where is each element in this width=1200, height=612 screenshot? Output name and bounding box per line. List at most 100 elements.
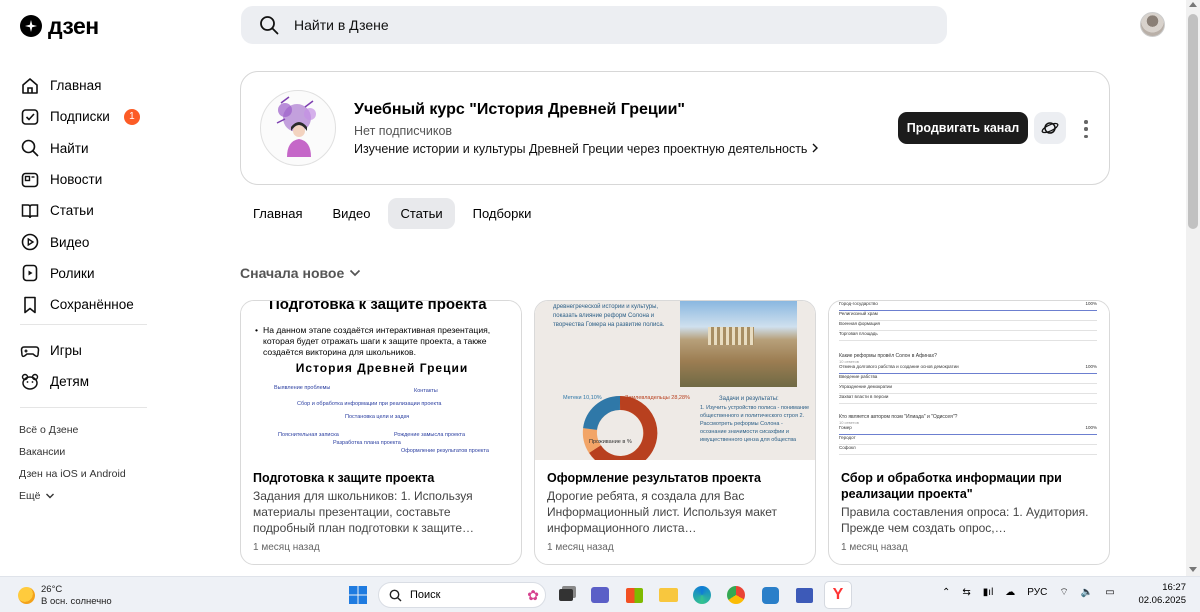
tasks-title: Задачи и результаты: xyxy=(719,396,779,402)
channel-avatar[interactable] xyxy=(260,90,336,166)
sidebar-item-label: Сохранённое xyxy=(50,297,134,313)
survey-row: Геродот xyxy=(839,435,1097,445)
volume-icon[interactable]: 🔈 xyxy=(1081,587,1093,598)
vpn-icon[interactable]: ☁ xyxy=(1005,587,1015,598)
sidebar-item-label: Подписки xyxy=(50,109,110,125)
thumb-node: Оформление результатов проекта xyxy=(401,448,489,454)
clock-date: 02.06.2025 xyxy=(1138,595,1186,606)
app-icon[interactable] xyxy=(790,581,818,609)
sidebar-item-label: Новости xyxy=(50,172,103,188)
survey-row: Город-государство 100% xyxy=(839,301,1097,311)
sidebar-item-news[interactable]: Новости xyxy=(20,164,150,195)
more-link[interactable]: Ещё xyxy=(19,485,126,507)
sidebar-item-shorts[interactable]: Ролики xyxy=(20,258,150,289)
bookmark-icon xyxy=(24,296,36,314)
about-link[interactable]: Всё о Дзене xyxy=(19,419,126,441)
sidebar-item-saved[interactable]: Сохранённое xyxy=(20,289,150,320)
wifi-icon[interactable]: ⌔ xyxy=(1059,586,1068,599)
search-input[interactable]: Найти в Дзене xyxy=(241,6,947,44)
sidebar-item-label: Главная xyxy=(50,78,102,94)
tab-main[interactable]: Главная xyxy=(241,198,314,229)
survey-row: Софокл xyxy=(839,445,1097,455)
sidebar-item-subscriptions[interactable]: Подписки 1 xyxy=(20,101,150,132)
article-date: 1 месяц назад xyxy=(547,542,614,553)
logo-text: дзен xyxy=(48,12,99,39)
survey-answer: Город-государство xyxy=(839,301,878,306)
scroll-thumb[interactable] xyxy=(1188,14,1198,229)
sidebar-item-label: Игры xyxy=(50,343,82,359)
apps-link[interactable]: Дзен на iOS и Android xyxy=(19,463,126,485)
sidebar-item-articles[interactable]: Статьи xyxy=(20,195,150,226)
thumb-heading: Подготовка к защите проекта xyxy=(269,301,487,313)
chevron-down-icon xyxy=(46,493,55,499)
channel-subscribers: Нет подписчиков xyxy=(354,124,453,138)
channel-title: Учебный курс "История Древней Греции" xyxy=(354,101,685,118)
survey-row: Введение рабства xyxy=(839,374,1097,384)
survey-row: Захват власти в персии xyxy=(839,394,1097,404)
article-date: 1 месяц назад xyxy=(253,542,320,553)
store-icon[interactable] xyxy=(620,581,648,609)
sliders-icon[interactable]: ⇆ xyxy=(962,587,970,598)
channel-description[interactable]: Изучение истории и культуры Древней Грец… xyxy=(354,142,819,156)
monitor-icon[interactable]: ▮ıl xyxy=(983,587,994,598)
article-thumbnail: Подготовка к защите проекта • На данном э… xyxy=(241,301,521,460)
page-scrollbar[interactable] xyxy=(1186,0,1200,576)
article-title: Оформление результатов проекта xyxy=(547,471,761,485)
thumb-bullet: • На данном этапе создаётся интерактивная… xyxy=(255,325,517,358)
planet-button[interactable] xyxy=(1034,112,1066,144)
sidebar-item-home[interactable]: Главная xyxy=(20,70,150,101)
zen-logo[interactable]: дзен xyxy=(20,12,99,40)
sidebar-item-games[interactable]: Игры xyxy=(20,335,150,366)
article-snippet: Дорогие ребята, я создала для Вас Информ… xyxy=(547,489,778,535)
shorts-icon xyxy=(22,265,38,282)
survey-row: Религиозный храм xyxy=(839,311,1097,321)
chrome-icon[interactable] xyxy=(722,581,750,609)
article-card[interactable]: Город-государство 100% Религиозный храм В… xyxy=(828,300,1110,565)
jobs-link[interactable]: Вакансии xyxy=(19,441,126,463)
battery-icon[interactable]: ▭ xyxy=(1105,587,1114,598)
notification-badge: 1 xyxy=(123,108,140,125)
survey-row: Гомер 100% xyxy=(839,425,1097,435)
chevron-up-icon[interactable]: ⌃ xyxy=(942,587,950,598)
tab-articles[interactable]: Статьи xyxy=(388,198,455,229)
teams-icon[interactable] xyxy=(586,581,614,609)
thumb-node: Пояснительная записка xyxy=(278,432,339,438)
task-view-icon[interactable] xyxy=(552,581,580,609)
sidebar-item-video[interactable]: Видео xyxy=(20,226,150,257)
sidebar-item-label: Видео xyxy=(50,234,90,250)
file-explorer-icon[interactable] xyxy=(654,581,682,609)
survey-row: Военная формация xyxy=(839,321,1097,331)
promote-channel-button[interactable]: Продвигать канал xyxy=(898,112,1028,144)
settings-icon[interactable] xyxy=(756,581,784,609)
taskbar-search[interactable]: Поиск ✿ xyxy=(378,582,546,608)
article-card[interactable]: Подготовка к защите проекта • На данном э… xyxy=(240,300,522,565)
start-button[interactable] xyxy=(344,581,372,609)
yandex-browser-icon[interactable]: Y xyxy=(824,581,852,609)
sidebar-item-kids[interactable]: Детям xyxy=(20,366,150,397)
survey-rows: Город-государство 100% Религиозный храм В… xyxy=(839,301,1097,455)
acropolis-photo xyxy=(680,301,797,387)
sidebar-item-find[interactable]: Найти xyxy=(20,133,150,164)
article-thumbnail: Город-государство 100% Религиозный храм В… xyxy=(829,301,1109,460)
survey-row: Торговая площадь xyxy=(839,331,1097,341)
edge-icon[interactable] xyxy=(688,581,716,609)
weather-widget[interactable]: 26°C В осн. солнечно xyxy=(18,584,112,608)
tab-video[interactable]: Видео xyxy=(320,198,382,229)
scroll-down-arrow[interactable] xyxy=(1189,567,1197,572)
donut-label: Проживание в % xyxy=(589,439,632,445)
video-icon xyxy=(21,233,39,251)
sidebar-item-label: Найти xyxy=(50,140,89,156)
donut-label: Землевладельцы 28,28% xyxy=(625,395,690,401)
chevron-down-icon xyxy=(350,269,361,277)
language-indicator[interactable]: РУС xyxy=(1027,587,1047,598)
sort-dropdown[interactable]: Сначала новое xyxy=(240,265,361,281)
sidebar-item-label: Ролики xyxy=(50,265,95,281)
more-options-button[interactable] xyxy=(1083,120,1089,138)
clock[interactable]: 16:27 02.06.2025 xyxy=(1130,581,1186,607)
survey-row: Упразднение демократии xyxy=(839,384,1097,394)
user-avatar[interactable] xyxy=(1140,12,1165,37)
article-card[interactable]: древнегреческой истории и культуры, пока… xyxy=(534,300,816,565)
scroll-up-arrow[interactable] xyxy=(1189,2,1197,7)
settings-glyph xyxy=(761,586,779,604)
tab-collections[interactable]: Подборки xyxy=(461,198,544,229)
